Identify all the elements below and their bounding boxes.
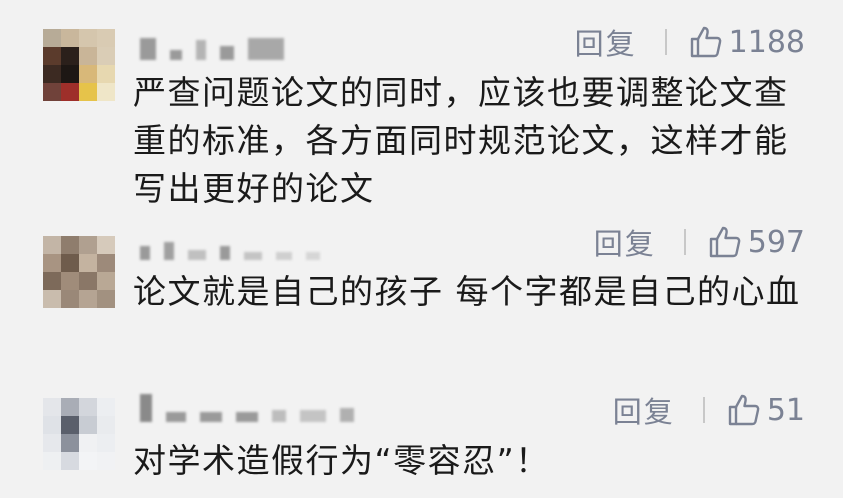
comment-actions: 回复 51 [613,390,805,430]
comment-text: 对学术造假行为“零容忍”！ [133,441,550,480]
like-count: 51 [766,392,805,428]
avatar[interactable] [43,29,115,101]
avatar[interactable] [43,398,115,470]
divider [702,397,705,423]
username-blurred[interactable] [140,392,354,422]
avatar[interactable] [43,236,115,308]
like-count: 597 [747,224,805,260]
thumbs-up-icon[interactable] [727,393,761,427]
reply-button[interactable]: 回复 [613,389,675,431]
reply-button[interactable]: 回复 [594,221,656,263]
thumbs-up-icon[interactable] [689,25,723,59]
comment-text: 论文就是自己的孩子 每个字都是自己的心血 [133,272,801,311]
like-count: 1188 [728,24,805,60]
reply-button[interactable]: 回复 [575,21,637,63]
divider [683,229,686,255]
thumbs-up-icon[interactable] [708,225,742,259]
comment-actions: 回复 1188 [575,22,805,62]
divider [664,29,667,55]
comment-actions: 回复 597 [594,222,805,262]
username-blurred[interactable] [140,230,320,260]
comment-text: 严查问题论文的同时，应该也要调整论文查重的标准，各方面同时规范论文，这样才能写出… [133,73,789,208]
username-blurred[interactable] [140,30,284,60]
